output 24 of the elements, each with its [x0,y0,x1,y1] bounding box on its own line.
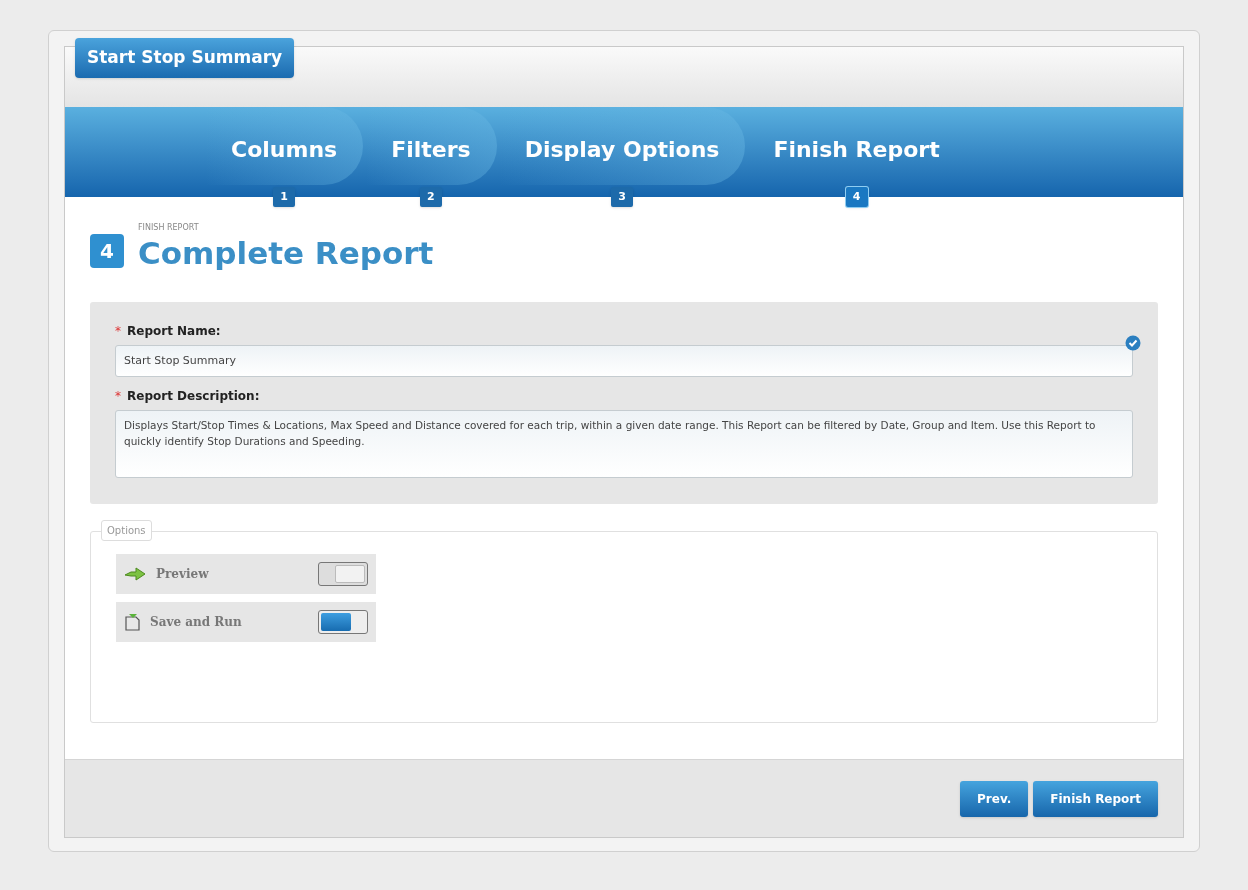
description-field[interactable]: Displays Start/Stop Times & Locations, Max Speed and Distance covered for each trip, within a given date range. This Report can be filtered by Date, Group and Item. Use this Report to quickly identify Stop Durations and Speeding. [115,410,1133,478]
field-label: Report Name: [127,323,221,340]
toggle-switch[interactable] [318,610,368,634]
window-title: Start Stop Summary [75,38,295,78]
options-legend: Options [101,520,152,541]
option-label: Preview [156,566,210,583]
step-number: 3 [611,187,633,207]
prev-button[interactable]: Prev. [960,780,1029,817]
finish-report-button[interactable]: Finish Report [1033,780,1158,817]
step-number: 4 [845,187,868,207]
step-number: 4 [90,234,124,268]
option-label: Save and Run [150,614,243,631]
step-number: 1 [273,187,296,207]
section-overline: FINISH REPORT [138,222,200,234]
field-label: Report Description: [127,388,260,405]
check-icon [1125,335,1141,351]
name-field[interactable]: Start Stop Summary [115,345,1133,377]
step-tab[interactable]: Finish Report [747,107,966,185]
required-mark: * [115,323,121,340]
step-number: 2 [419,187,442,207]
arrow-icon [124,566,146,582]
section-title: Complete Report [138,234,434,272]
toggle-switch[interactable] [318,562,368,586]
required-mark: * [115,388,121,405]
